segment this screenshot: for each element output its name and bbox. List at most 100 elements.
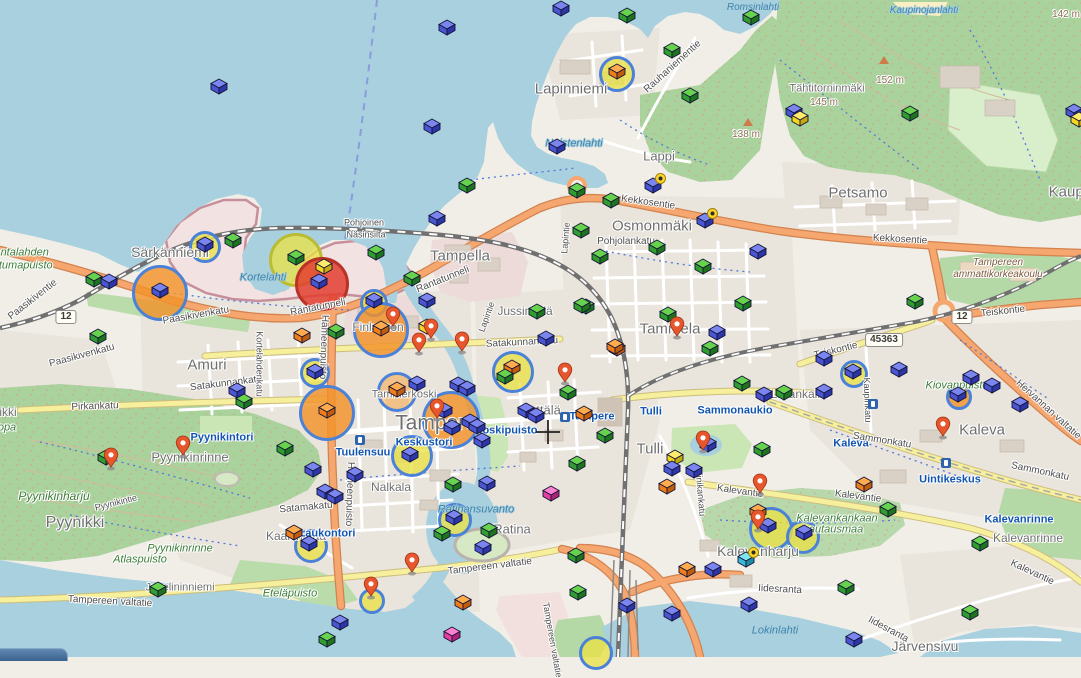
- package-marker-blue-icon[interactable]: [330, 614, 350, 631]
- package-marker-orange-icon[interactable]: [292, 327, 312, 344]
- package-marker-blue-icon[interactable]: [748, 243, 768, 260]
- map-canvas[interactable]: [0, 0, 1081, 657]
- package-marker-blue-icon[interactable]: [814, 350, 834, 367]
- package-marker-blue-icon[interactable]: [643, 177, 663, 194]
- package-marker-green-icon[interactable]: [595, 427, 615, 444]
- package-marker-cyan-icon[interactable]: [736, 551, 756, 568]
- package-marker-blue-icon[interactable]: [844, 631, 864, 648]
- package-marker-green-icon[interactable]: [572, 297, 592, 314]
- package-marker-blue-icon[interactable]: [739, 596, 759, 613]
- package-marker-blue-icon[interactable]: [477, 475, 497, 492]
- package-marker-blue-icon[interactable]: [536, 330, 556, 347]
- package-marker-blue-icon[interactable]: [698, 436, 718, 453]
- package-marker-yellow-icon[interactable]: [314, 258, 334, 275]
- package-marker-blue-icon[interactable]: [422, 118, 442, 135]
- package-marker-blue-icon[interactable]: [364, 292, 384, 309]
- package-marker-blue-icon[interactable]: [1010, 396, 1030, 413]
- package-marker-blue-icon[interactable]: [325, 488, 345, 505]
- package-marker-green-icon[interactable]: [700, 340, 720, 357]
- package-marker-blue-icon[interactable]: [547, 138, 567, 155]
- package-marker-yellow-icon[interactable]: [417, 318, 437, 335]
- package-marker-pink-icon[interactable]: [442, 626, 462, 643]
- package-marker-yellow-icon[interactable]: [1069, 111, 1081, 128]
- package-marker-green-icon[interactable]: [566, 547, 586, 564]
- package-marker-green-icon[interactable]: [878, 501, 898, 518]
- package-marker-orange-icon[interactable]: [453, 594, 473, 611]
- package-marker-green-icon[interactable]: [567, 455, 587, 472]
- package-marker-blue-icon[interactable]: [457, 380, 477, 397]
- package-marker-green-icon[interactable]: [905, 293, 925, 310]
- package-marker-green-icon[interactable]: [457, 177, 477, 194]
- package-marker-green-icon[interactable]: [752, 441, 772, 458]
- package-marker-green-icon[interactable]: [693, 258, 713, 275]
- package-marker-green-icon[interactable]: [647, 239, 667, 256]
- package-marker-green-icon[interactable]: [732, 375, 752, 392]
- package-marker-blue-icon[interactable]: [684, 462, 704, 479]
- package-marker-green-icon[interactable]: [317, 631, 337, 648]
- package-marker-green-icon[interactable]: [658, 306, 678, 323]
- package-marker-green-icon[interactable]: [617, 7, 637, 24]
- package-marker-blue-icon[interactable]: [309, 273, 329, 290]
- package-marker-green-icon[interactable]: [234, 393, 254, 410]
- package-marker-blue-icon[interactable]: [703, 561, 723, 578]
- package-marker-orange-icon[interactable]: [371, 320, 391, 337]
- package-marker-blue-icon[interactable]: [195, 236, 215, 253]
- package-marker-green-icon[interactable]: [88, 328, 108, 345]
- package-marker-green-icon[interactable]: [741, 9, 761, 26]
- package-marker-blue-icon[interactable]: [754, 386, 774, 403]
- package-marker-orange-icon[interactable]: [605, 338, 625, 355]
- package-marker-blue-icon[interactable]: [662, 605, 682, 622]
- package-marker-blue-icon[interactable]: [427, 210, 447, 227]
- package-marker-blue-icon[interactable]: [437, 19, 457, 36]
- package-marker-blue-icon[interactable]: [472, 432, 492, 449]
- package-marker-blue-icon[interactable]: [695, 212, 715, 229]
- package-marker-green-icon[interactable]: [558, 384, 578, 401]
- package-marker-pink-icon[interactable]: [541, 485, 561, 502]
- package-marker-blue-icon[interactable]: [150, 282, 170, 299]
- package-marker-orange-icon[interactable]: [387, 381, 407, 398]
- package-marker-orange-icon[interactable]: [574, 405, 594, 422]
- package-marker-green-icon[interactable]: [479, 522, 499, 539]
- package-marker-green-icon[interactable]: [662, 42, 682, 59]
- package-marker-green-icon[interactable]: [568, 584, 588, 601]
- package-marker-blue-icon[interactable]: [551, 0, 571, 17]
- package-marker-blue-icon[interactable]: [707, 324, 727, 341]
- package-marker-blue-icon[interactable]: [209, 78, 229, 95]
- package-marker-green-icon[interactable]: [567, 182, 587, 199]
- package-marker-green-icon[interactable]: [527, 303, 547, 320]
- package-marker-blue-icon[interactable]: [305, 363, 325, 380]
- package-marker-green-icon[interactable]: [774, 384, 794, 401]
- package-marker-blue-icon[interactable]: [889, 361, 909, 378]
- package-marker-orange-icon[interactable]: [607, 63, 627, 80]
- package-marker-orange-icon[interactable]: [657, 478, 677, 495]
- package-marker-blue-icon[interactable]: [948, 386, 968, 403]
- package-marker-blue-icon[interactable]: [473, 539, 493, 556]
- package-marker-green-icon[interactable]: [680, 87, 700, 104]
- package-marker-yellow-icon[interactable]: [790, 110, 810, 127]
- package-marker-blue-icon[interactable]: [662, 460, 682, 477]
- package-marker-green-icon[interactable]: [571, 222, 591, 239]
- package-marker-orange-icon[interactable]: [854, 476, 874, 493]
- package-marker-green-icon[interactable]: [443, 476, 463, 493]
- package-marker-green-icon[interactable]: [495, 368, 515, 385]
- package-marker-green-icon[interactable]: [601, 192, 621, 209]
- package-marker-green-icon[interactable]: [970, 535, 990, 552]
- package-marker-green-icon[interactable]: [960, 604, 980, 621]
- package-marker-green-icon[interactable]: [733, 295, 753, 312]
- package-marker-green-icon[interactable]: [275, 440, 295, 457]
- package-marker-blue-icon[interactable]: [442, 419, 462, 436]
- package-marker-blue-icon[interactable]: [99, 273, 119, 290]
- package-marker-blue-icon[interactable]: [434, 402, 454, 419]
- package-marker-green-icon[interactable]: [402, 270, 422, 287]
- package-marker-blue-icon[interactable]: [407, 375, 427, 392]
- package-marker-green-icon[interactable]: [432, 525, 452, 542]
- package-marker-green-icon[interactable]: [836, 579, 856, 596]
- package-marker-blue-icon[interactable]: [617, 597, 637, 614]
- bottom-left-panel-button[interactable]: [0, 648, 68, 661]
- package-marker-blue-icon[interactable]: [303, 461, 323, 478]
- package-marker-green-icon[interactable]: [223, 232, 243, 249]
- package-marker-green-icon[interactable]: [286, 249, 306, 266]
- package-marker-blue-icon[interactable]: [758, 517, 778, 534]
- package-marker-blue-icon[interactable]: [444, 509, 464, 526]
- package-marker-orange-icon[interactable]: [677, 561, 697, 578]
